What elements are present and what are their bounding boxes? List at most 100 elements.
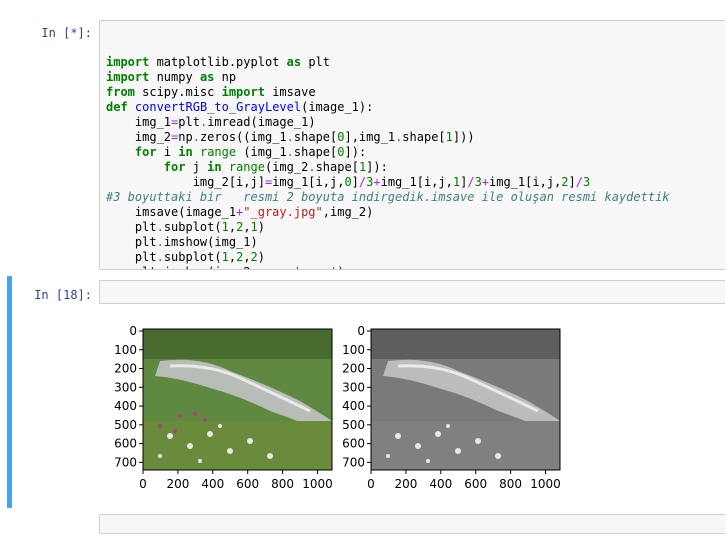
code-cell-3-editor[interactable] — [99, 514, 725, 534]
code-token: . — [156, 235, 164, 249]
right-y-tick-label: 700 — [342, 455, 365, 469]
code-token: from — [106, 85, 135, 99]
code-token: imsave(image_1 — [106, 205, 237, 219]
code-token: imshow(img_2,cmap — [164, 265, 287, 269]
code-token: numpy — [149, 70, 200, 84]
code-token: ],img_1 — [344, 130, 396, 144]
code-token: j — [185, 160, 208, 174]
code-token: zeros((img_1 — [199, 130, 287, 144]
cell1-line[interactable]: plt.imshow(img_2,cmap='gray') — [106, 265, 720, 269]
code-token: img_1 — [106, 115, 172, 129]
code-token: , — [228, 250, 237, 264]
right-y-tick-label: 500 — [342, 418, 365, 432]
code-token: imshow(img_1) — [163, 235, 258, 249]
code-token: np — [214, 70, 237, 84]
code-token: 1 — [445, 130, 453, 144]
cell1-line[interactable]: for i in range (img_1.shape[0]): — [106, 145, 720, 160]
cell1-line[interactable]: import matplotlib.pyplot as plt — [106, 55, 720, 70]
cell1-line[interactable]: imsave(image_1+"_gray.jpg",img_2) — [106, 205, 720, 220]
code-token: . — [192, 130, 200, 144]
code-token: img_2 — [106, 130, 172, 144]
code-cell-1[interactable]: In [*]: import matplotlib.pyplot as plt i… — [0, 0, 725, 272]
code-token: 3 — [474, 175, 482, 189]
left-y-tick-label: 500 — [114, 418, 137, 432]
code-token: plt — [178, 115, 200, 129]
code-token: import — [221, 85, 265, 99]
cell-2-editor[interactable]: convertRGB_to_GrayLevel('test_10.jpg') — [99, 280, 725, 304]
code-token: plt — [301, 55, 330, 69]
left-x-tick-label: 200 — [166, 477, 189, 491]
code-token: ) — [257, 220, 266, 234]
left-y-tick-label: 400 — [114, 399, 137, 413]
code-token: 1 — [221, 220, 229, 234]
code-token: shape[ — [293, 130, 338, 144]
code-token: shape[ — [315, 160, 359, 174]
code-token: + — [481, 175, 490, 189]
code-token: i — [156, 145, 179, 159]
code-token: / — [575, 175, 583, 189]
left-x-tick-label: 400 — [201, 477, 224, 491]
code-token: scipy.misc — [134, 85, 222, 99]
code-token: img_1[i,j, — [272, 175, 345, 189]
cell1-line[interactable]: img_2[i,j]=img_1[i,j,0]/3+img_1[i,j,1]/3… — [106, 175, 720, 190]
left-x-tick-label: 800 — [271, 477, 294, 491]
code-token: (img_2 — [264, 160, 309, 174]
cell1-line[interactable]: plt.imshow(img_1) — [106, 235, 720, 250]
code-token: imread(image_1) — [207, 115, 316, 129]
code-token: 2 — [250, 250, 258, 264]
code-token: plt — [106, 220, 157, 234]
left-y-tick-label: 100 — [114, 343, 137, 357]
cell1-line[interactable]: from scipy.misc import imsave — [106, 85, 720, 100]
code-token: as — [286, 55, 302, 69]
right-y-tick-label: 400 — [342, 399, 365, 413]
left-x-tick-label: 1000 — [302, 477, 333, 491]
cell1-line[interactable]: def convertRGB_to_GrayLevel(image_1): — [106, 100, 720, 115]
gray-image — [370, 328, 561, 471]
code-token: ) — [257, 250, 266, 264]
output-figure: 01002003004005006007000 200 400 600 800 1000 … — [114, 324, 561, 491]
cell1-line[interactable]: plt.subplot(1,2,2) — [106, 250, 720, 265]
code-token: . — [156, 220, 164, 234]
code-token: (img_1 — [236, 145, 287, 159]
left-x-tick-label: 600 — [236, 477, 259, 491]
code-token: , — [243, 220, 251, 234]
right-y-tick-label: 200 — [342, 362, 365, 376]
cell1-line[interactable]: for j in range(img_2.shape[1]): — [106, 160, 720, 175]
code-token: . — [157, 265, 164, 269]
code-cell-2[interactable]: In [18]: convertRGB_to_GrayLevel('test_1… — [0, 276, 725, 508]
code-token: in — [207, 160, 222, 174]
code-token: "_gray.jpg" — [243, 205, 323, 219]
right-y-tick-label: 600 — [342, 437, 365, 451]
cell1-line[interactable]: plt.subplot(1,2,1) — [106, 220, 720, 235]
left-y-tick-label: 0 — [129, 324, 137, 338]
code-token: ]): — [344, 145, 367, 159]
code-token: (image_1): — [301, 100, 374, 114]
code-token: np — [178, 130, 193, 144]
code-token: / — [467, 175, 475, 189]
code-token: plt — [106, 250, 157, 264]
cell1-line[interactable]: #3 boyuttaki bir resmi 2 boyuta indirged… — [106, 190, 720, 205]
code-token: , — [228, 220, 237, 234]
cell1-line[interactable]: img_2=np.zeros((img_1.shape[0],img_1.sha… — [106, 130, 720, 145]
cell1-line[interactable]: img_1=plt.imread(image_1) — [106, 115, 720, 130]
cell-1-editor[interactable]: import matplotlib.pyplot as plt import nu… — [99, 20, 725, 270]
code-token: 1 — [452, 175, 461, 189]
code-token: 0 — [344, 175, 352, 189]
code-token: def — [106, 100, 128, 114]
cell1-line[interactable]: import numpy as np — [106, 70, 720, 85]
code-token: . — [156, 250, 164, 264]
left-y-tick-label: 700 — [114, 455, 137, 469]
code-token: ]): — [366, 160, 388, 174]
right-x-tick-label: 400 — [429, 477, 452, 491]
code-token: 0 — [337, 145, 345, 159]
code-token: , — [243, 250, 251, 264]
code-token: import — [106, 55, 150, 69]
color-image — [142, 328, 333, 471]
cell-1-code[interactable]: import matplotlib.pyplot as plt import nu… — [106, 55, 720, 269]
code-token: range — [228, 160, 265, 174]
code-token: plt — [106, 235, 157, 249]
code-token: ])) — [452, 130, 475, 144]
